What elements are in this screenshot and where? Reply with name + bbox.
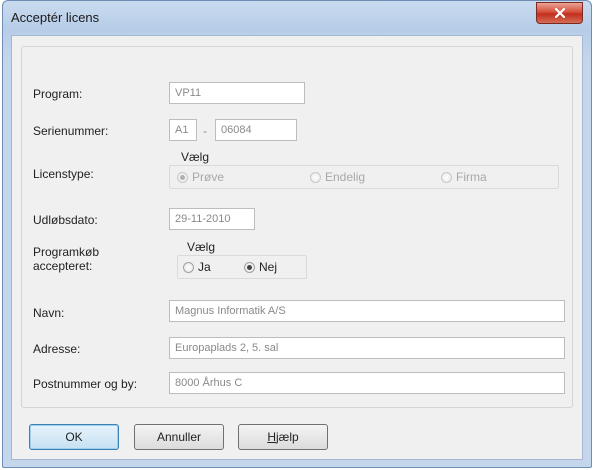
udlobsdato-label: Udløbsdato: (33, 213, 98, 227)
ok-button[interactable]: OK (29, 424, 119, 450)
serienummer-part2-field[interactable]: 06084 (215, 119, 297, 141)
licenstype-heading: Vælg (181, 150, 210, 164)
dialog-window: Acceptér licens Program: VP11 Serienumme… (2, 0, 592, 468)
close-icon (554, 7, 565, 19)
serienummer-separator: - (203, 124, 207, 138)
radio-firma[interactable]: Firma (441, 170, 487, 184)
radio-nej-label: Nej (259, 260, 278, 274)
adresse-field[interactable]: Europaplads 2, 5. sal (169, 337, 565, 359)
programkob-heading: Vælg (187, 240, 216, 254)
dialog-client-area: Program: VP11 Serienummer: A1 - 06084 Li… (11, 35, 583, 460)
programkob-label-line1: Programkøb (33, 245, 100, 259)
serienummer-label: Serienummer: (33, 124, 109, 138)
radio-unselected-indicator (441, 171, 452, 183)
radio-firma-label: Firma (456, 170, 487, 184)
program-label: Program: (33, 87, 83, 101)
close-button[interactable] (536, 2, 583, 24)
radio-endelig[interactable]: Endelig (310, 170, 365, 184)
radio-unselected-indicator (310, 171, 321, 183)
navn-field[interactable]: Magnus Informatik A/S (169, 300, 565, 322)
radio-selected-indicator (177, 171, 188, 183)
title-bar[interactable]: Acceptér licens (3, 1, 591, 35)
hjaelp-accelerator: H (267, 430, 276, 444)
radio-endelig-label: Endelig (325, 170, 366, 184)
annuller-button[interactable]: Annuller (134, 424, 224, 450)
hjaelp-button[interactable]: Hjælp (238, 424, 328, 450)
radio-unselected-indicator (183, 261, 194, 273)
udlobsdato-field[interactable]: 29-11-2010 (169, 208, 255, 230)
program-field[interactable]: VP11 (169, 82, 305, 104)
postnummer-label: Postnummer og by: (33, 377, 138, 391)
radio-nej[interactable]: Nej (244, 260, 277, 274)
programkob-label-line2: accepteret: (33, 259, 93, 273)
license-form-group: Program: VP11 Serienummer: A1 - 06084 Li… (21, 46, 573, 408)
radio-prove[interactable]: Prøve (177, 170, 224, 184)
radio-ja-label: Ja (198, 260, 211, 274)
licenstype-label: Licenstype: (33, 167, 94, 181)
radio-prove-label: Prøve (192, 170, 225, 184)
radio-ja[interactable]: Ja (183, 260, 211, 274)
navn-label: Navn: (33, 306, 65, 320)
window-title: Acceptér licens (11, 10, 100, 25)
postnummer-field[interactable]: 8000 Århus C (169, 372, 565, 394)
hjaelp-label-rest: jælp (275, 430, 299, 444)
serienummer-part1-field[interactable]: A1 (169, 119, 197, 141)
adresse-label: Adresse: (33, 342, 81, 356)
radio-selected-indicator (244, 261, 255, 273)
